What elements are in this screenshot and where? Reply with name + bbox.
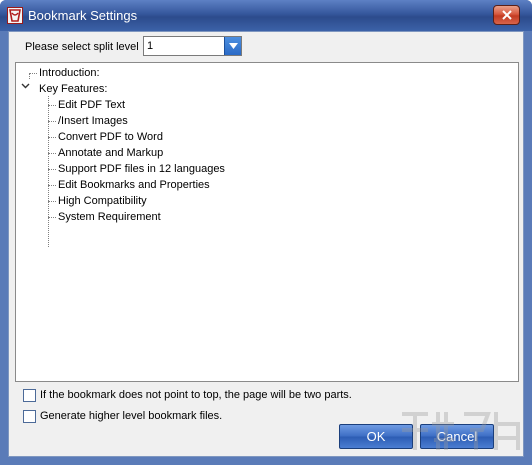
- window-title: Bookmark Settings: [28, 8, 138, 23]
- tree-item-child[interactable]: Convert PDF to Word: [58, 130, 163, 144]
- tree-item-label: Introduction:: [39, 67, 100, 79]
- tree-connector: [29, 73, 37, 74]
- tree-connector: [29, 73, 30, 79]
- title-bar[interactable]: Bookmark Settings: [0, 0, 532, 31]
- split-level-value: 1: [147, 40, 154, 52]
- tree-item-label: Key Features:: [39, 83, 108, 95]
- two-parts-label: If the bookmark does not point to top, t…: [40, 389, 352, 401]
- tree-item-label: Support PDF files in 12 languages: [58, 163, 225, 175]
- tree-item-key-features[interactable]: Key Features:: [39, 82, 107, 96]
- split-level-dropdown[interactable]: 1: [143, 36, 242, 56]
- tree-connector: [48, 169, 56, 170]
- bookmark-settings-window: Bookmark Settings Please select split le…: [0, 0, 532, 465]
- tree-item-label: High Compatibility: [58, 195, 147, 207]
- split-level-label: Please select split level: [25, 41, 139, 53]
- tree-item-child[interactable]: /Insert Images: [58, 114, 128, 128]
- two-parts-checkbox[interactable]: [23, 389, 36, 402]
- chevron-down-icon: [229, 43, 238, 49]
- tree-item-child[interactable]: System Requirement: [58, 210, 161, 224]
- close-icon: [502, 10, 512, 20]
- tree-item-label: Edit PDF Text: [58, 99, 126, 111]
- dialog-body: Please select split level 1 Introduction…: [8, 31, 524, 457]
- tree-item-label: Annotate and Markup: [58, 147, 164, 159]
- tree-item-child[interactable]: Edit Bookmarks and Properties: [58, 178, 210, 192]
- tree-item-child[interactable]: Edit PDF Text: [58, 98, 125, 112]
- tree-item-label: /Insert Images: [58, 115, 128, 127]
- tree-connector: [48, 217, 56, 218]
- higher-level-checkbox[interactable]: [23, 410, 36, 423]
- tree-connector: [48, 185, 56, 186]
- tree-connector: [48, 137, 56, 138]
- tree-item-child[interactable]: Annotate and Markup: [58, 146, 163, 160]
- bookmark-tree[interactable]: Introduction: Key Features: Edit PDF Tex…: [15, 62, 519, 382]
- tree-item-child[interactable]: High Compatibility: [58, 194, 147, 208]
- tree-connector: [48, 153, 56, 154]
- tree-item-label: System Requirement: [58, 211, 161, 223]
- tree-connector: [48, 121, 56, 122]
- tree-connector: [48, 96, 49, 247]
- higher-level-label: Generate higher level bookmark files.: [40, 410, 223, 422]
- dropdown-arrow-button[interactable]: [224, 37, 241, 55]
- chevron-down-icon[interactable]: [21, 81, 30, 90]
- tree-item-child[interactable]: Support PDF files in 12 languages: [58, 162, 225, 176]
- tree-connector: [48, 201, 56, 202]
- close-button[interactable]: [493, 5, 520, 25]
- tree-item-label: Convert PDF to Word: [58, 131, 163, 143]
- tree-item-introduction[interactable]: Introduction:: [39, 66, 100, 80]
- tree-connector: [48, 105, 56, 106]
- watermark-logo: [402, 412, 520, 450]
- tree-item-label: Edit Bookmarks and Properties: [58, 179, 210, 191]
- app-icon: [7, 7, 23, 24]
